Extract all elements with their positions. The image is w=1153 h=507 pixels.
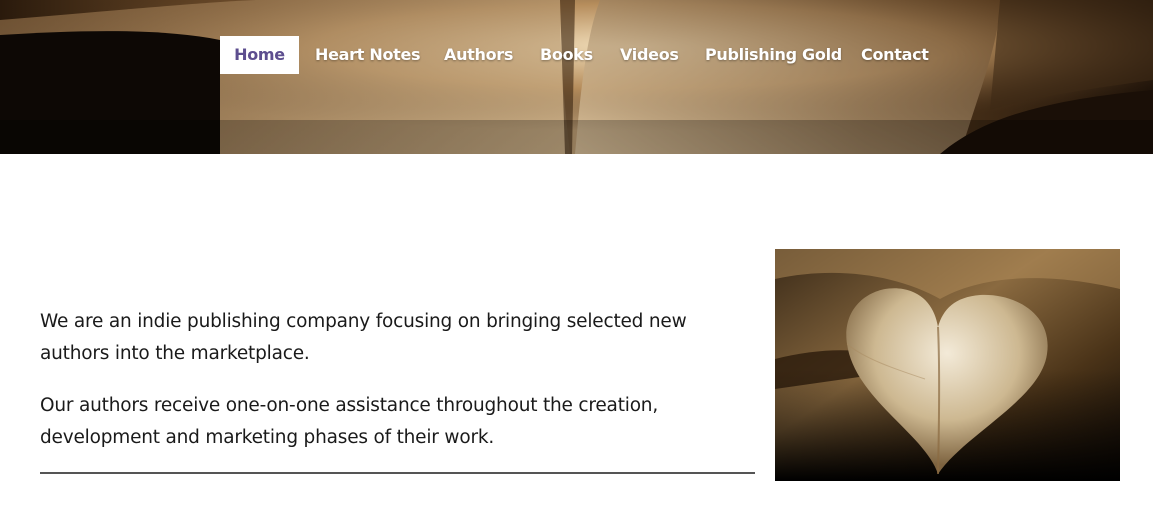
hero-banner: Home Heart Notes Authors Books Videos Pu… [0, 0, 1153, 154]
open-book-pages-image [0, 0, 1153, 154]
nav-item-publishing-gold[interactable]: Publishing Gold [705, 36, 842, 74]
divider [40, 472, 755, 474]
heart-pages-image [775, 249, 1120, 481]
nav-item-home[interactable]: Home [220, 36, 299, 74]
authors-paragraph: Our authors receive one-on-one assistanc… [40, 395, 659, 448]
nav-item-contact[interactable]: Contact [861, 36, 929, 74]
intro-paragraph: We are an indie publishing company focus… [40, 311, 687, 364]
nav-item-videos[interactable]: Videos [620, 36, 679, 74]
nav-item-heart-notes[interactable]: Heart Notes [315, 36, 421, 74]
nav-item-books[interactable]: Books [540, 36, 593, 74]
main-nav: Home Heart Notes Authors Books Videos Pu… [0, 36, 1153, 74]
nav-item-authors[interactable]: Authors [444, 36, 513, 74]
intro-text: We are an indie publishing company focus… [40, 306, 760, 474]
